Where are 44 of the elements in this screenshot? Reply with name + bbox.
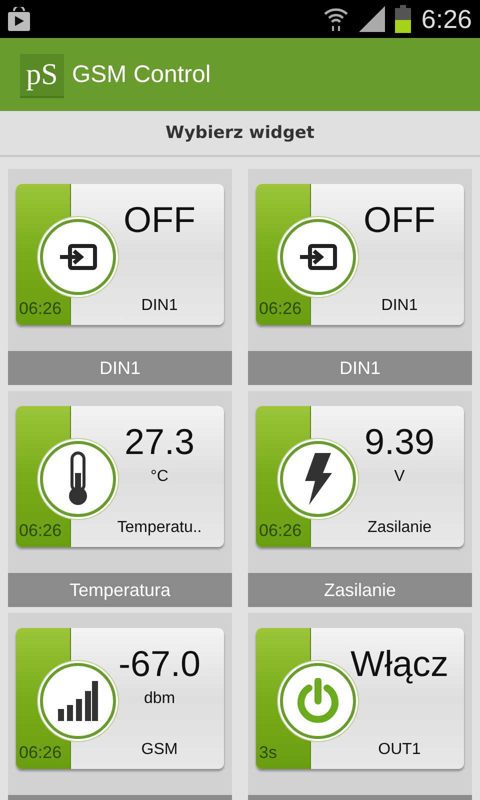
clock-time: 6:26	[421, 4, 472, 34]
widget-unit: V	[394, 468, 405, 486]
widget-label: Zasilanie	[367, 519, 432, 537]
battery-icon	[395, 5, 412, 33]
widget-caption: Temperatura	[8, 573, 232, 607]
widget-caption: DIN1	[248, 351, 472, 385]
cell-signal-icon	[359, 6, 386, 32]
app-title: GSM Control	[72, 60, 211, 88]
update-time: 06:26	[19, 743, 62, 763]
widget-tile[interactable]: 06:26 OFF DIN1	[248, 169, 472, 351]
update-time: 06:26	[259, 521, 302, 541]
widget-value: OFF	[364, 200, 436, 240]
widget-tile[interactable]: 06:26 9.39 V Zasilanie	[248, 391, 472, 573]
widget-value: 27.3	[124, 422, 195, 462]
widget-unit: °C	[150, 468, 168, 486]
widget-tile[interactable]: 3s Włącz OUT1	[248, 613, 472, 795]
widget-label: Temperatu..	[117, 519, 202, 537]
update-time: 06:26	[259, 299, 302, 319]
play-store-icon	[8, 7, 30, 31]
update-time: 06:26	[19, 299, 62, 319]
widget-label: OUT1	[378, 741, 421, 759]
update-time: 3s	[259, 743, 277, 763]
widget-label: DIN1	[381, 297, 418, 315]
app-logo: pS	[20, 54, 64, 96]
widget-caption: Zasilanie	[248, 573, 472, 607]
section-title: Wybierz widget	[165, 123, 315, 143]
power-icon	[295, 678, 341, 724]
widget-tile[interactable]: 06:26 27.3 °C Temperatu..	[8, 391, 232, 573]
widget-value: -67.0	[118, 644, 201, 684]
input-icon	[58, 243, 98, 271]
widget-tile[interactable]: 06:26 OFF DIN1	[8, 169, 232, 351]
widget-value: OFF	[124, 200, 196, 240]
input-icon	[298, 243, 338, 271]
update-time: 06:26	[19, 521, 62, 541]
widget-label: GSM	[141, 741, 178, 759]
widget-value: Włącz	[350, 644, 448, 684]
lightning-bolt-icon	[303, 453, 333, 505]
widget-caption: DIN1	[8, 351, 232, 385]
widget-unit: dbm	[144, 690, 176, 708]
wifi-icon	[323, 6, 350, 32]
widget-tile[interactable]: 06:26 -67.0 dbm GSM	[8, 613, 232, 795]
widget-value: 9.39	[364, 422, 435, 462]
signal-bars-icon	[58, 681, 98, 721]
widget-label: DIN1	[141, 297, 178, 315]
